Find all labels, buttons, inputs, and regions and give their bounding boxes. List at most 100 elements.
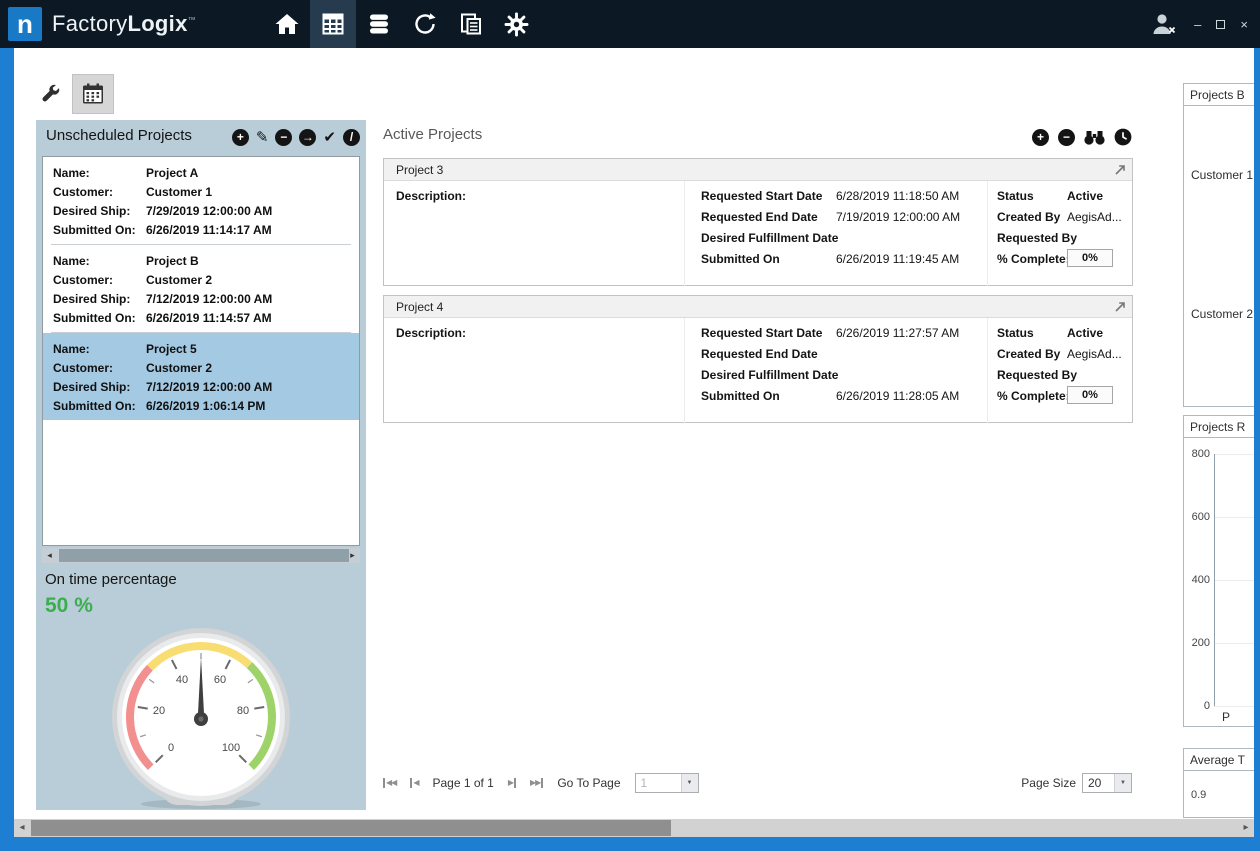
scroll-left-arrow[interactable]: ◂ bbox=[14, 819, 30, 837]
nav-scheduling[interactable] bbox=[310, 0, 356, 48]
tab-schedule[interactable] bbox=[72, 74, 114, 114]
submit-project-button[interactable]: → bbox=[299, 129, 316, 146]
scroll-thumb[interactable] bbox=[59, 549, 349, 562]
card-body: Description: Requested Start Date 6/26/2… bbox=[384, 318, 1132, 423]
active-project-card-project-3[interactable]: Project 3 Description: Requested Start D… bbox=[383, 158, 1133, 286]
production-sync-icon bbox=[412, 11, 438, 37]
field-label: Status bbox=[997, 326, 1034, 340]
factorylogix-window: n FactoryLogix™ bbox=[0, 0, 1260, 851]
unscheduled-projects-title: Unscheduled Projects bbox=[46, 127, 192, 144]
wrench-icon bbox=[39, 82, 63, 106]
column-divider bbox=[987, 318, 988, 423]
svg-text:40: 40 bbox=[176, 674, 188, 686]
card-header: Project 3 bbox=[384, 159, 1132, 181]
projects-by-panel-title: Projects B bbox=[1184, 84, 1254, 106]
field-label: Submitted On: bbox=[53, 309, 146, 328]
list-item-project-a[interactable]: Name:Project A Customer:Customer 1 Desir… bbox=[43, 157, 359, 244]
column-divider bbox=[684, 318, 685, 423]
field-label: Requested End Date bbox=[701, 347, 818, 361]
active-projects-toolbar: + − bbox=[1032, 128, 1132, 146]
maximize-button[interactable] bbox=[1216, 18, 1225, 31]
field-value: Project 5 bbox=[146, 342, 197, 356]
field-label: Desired Ship: bbox=[53, 378, 146, 397]
y-tick: 400 bbox=[1184, 574, 1210, 586]
nav-home[interactable] bbox=[264, 0, 310, 48]
list-item-project-b[interactable]: Name:Project B Customer:Customer 2 Desir… bbox=[43, 245, 359, 332]
pager-prev-button[interactable]: ◀ bbox=[410, 778, 418, 788]
field-label: % Complete: bbox=[997, 389, 1070, 403]
scroll-right-arrow[interactable]: ▸ bbox=[1238, 819, 1254, 837]
chevron-down-icon[interactable]: ▼ bbox=[1114, 774, 1131, 792]
list-item-project-5-selected[interactable]: Name:Project 5 Customer:Customer 2 Desir… bbox=[43, 333, 359, 420]
remove-project-button[interactable]: − bbox=[275, 129, 292, 146]
field-value: 6/26/2019 11:14:57 AM bbox=[146, 311, 272, 325]
goto-page-label: Go To Page bbox=[557, 776, 620, 790]
goto-page-combobox[interactable]: 1 ▼ bbox=[635, 773, 699, 793]
history-clock-icon[interactable] bbox=[1114, 128, 1132, 146]
svg-text:100: 100 bbox=[222, 742, 240, 754]
projects-chart-panel-title: Projects R bbox=[1184, 416, 1254, 438]
active-projects-title: Active Projects bbox=[383, 126, 482, 143]
nav-production[interactable] bbox=[402, 0, 448, 48]
on-time-gauge: 0 20 40 60 80 100 bbox=[85, 621, 317, 816]
status-value: Active bbox=[1067, 326, 1103, 340]
close-button[interactable]: × bbox=[1240, 18, 1248, 31]
pager-first-button[interactable]: ◀◀ bbox=[383, 778, 396, 788]
add-button[interactable]: + bbox=[1032, 129, 1049, 146]
field-value: 6/26/2019 11:19:45 AM bbox=[836, 252, 959, 266]
field-value: 6/26/2019 11:28:05 AM bbox=[836, 389, 959, 403]
active-project-card-project-4[interactable]: Project 4 Description: Requested Start D… bbox=[383, 295, 1133, 423]
page-size-combobox[interactable]: 20 ▼ bbox=[1082, 773, 1132, 793]
page-size-group: Page Size 20 ▼ bbox=[1021, 773, 1132, 793]
goto-page-value: 1 bbox=[636, 774, 681, 792]
unscheduled-projects-panel: Unscheduled Projects + ✎ − → ✔ / Name:Pr… bbox=[36, 120, 366, 810]
edit-project-button[interactable]: ✎ bbox=[256, 129, 269, 146]
nav-settings[interactable] bbox=[494, 0, 540, 48]
average-panel-title: Average T bbox=[1184, 749, 1254, 771]
unscheduled-toolbar: + ✎ − → ✔ / bbox=[232, 129, 360, 146]
svg-text:0: 0 bbox=[168, 742, 174, 754]
scroll-thumb[interactable] bbox=[31, 820, 671, 836]
list-horizontal-scrollbar[interactable]: ◂ ▸ bbox=[42, 548, 360, 563]
y-tick: 200 bbox=[1184, 637, 1210, 649]
percent-complete-input[interactable]: 0% bbox=[1067, 249, 1113, 267]
field-label: Desired Ship: bbox=[53, 202, 146, 221]
field-label: Submitted On: bbox=[53, 397, 146, 416]
projects-chart-panel: Projects R 800 600 400 200 0 P bbox=[1183, 415, 1254, 727]
average-panel: Average T 0.9 bbox=[1183, 748, 1254, 818]
pager-next-button[interactable]: ▶ bbox=[508, 778, 516, 788]
expand-icon[interactable] bbox=[1113, 163, 1127, 177]
expand-icon[interactable] bbox=[1113, 300, 1127, 314]
nav-materials[interactable] bbox=[356, 0, 402, 48]
y-axis bbox=[1214, 454, 1215, 706]
logout-user-icon[interactable] bbox=[1151, 12, 1179, 36]
main-horizontal-scrollbar[interactable]: ◂ ▸ bbox=[14, 819, 1254, 837]
scroll-left-arrow[interactable]: ◂ bbox=[42, 550, 57, 561]
field-value: 7/12/2019 12:00:00 AM bbox=[146, 292, 272, 306]
documents-icon bbox=[458, 11, 484, 37]
pager-last-button[interactable]: ▶▶ bbox=[530, 778, 543, 788]
field-value: 6/26/2019 1:06:14 PM bbox=[146, 399, 265, 413]
field-label: Requested By bbox=[997, 368, 1077, 382]
find-binoculars-icon[interactable] bbox=[1084, 130, 1105, 145]
decline-project-button[interactable]: / bbox=[343, 129, 360, 146]
accept-project-button[interactable]: ✔ bbox=[323, 129, 336, 146]
tab-setup[interactable] bbox=[30, 74, 72, 114]
status-value: Active bbox=[1067, 189, 1103, 203]
field-value: Project B bbox=[146, 254, 199, 268]
page-size-value: 20 bbox=[1083, 774, 1114, 792]
legend-customer-1: Customer 1 bbox=[1191, 168, 1253, 182]
minimize-button[interactable]: – bbox=[1194, 18, 1201, 31]
scroll-right-arrow[interactable]: ▸ bbox=[345, 550, 360, 561]
percent-complete-input[interactable]: 0% bbox=[1067, 386, 1113, 404]
field-label: Customer: bbox=[53, 271, 146, 290]
nav-documents[interactable] bbox=[448, 0, 494, 48]
field-value: 7/19/2019 12:00:00 AM bbox=[836, 210, 960, 224]
add-project-button[interactable]: + bbox=[232, 129, 249, 146]
field-label: Created By bbox=[997, 347, 1060, 361]
field-label: Customer: bbox=[53, 359, 146, 378]
field-label: Description: bbox=[396, 189, 466, 203]
remove-button[interactable]: − bbox=[1058, 129, 1075, 146]
field-value: AegisAd... bbox=[1067, 210, 1122, 224]
chevron-down-icon[interactable]: ▼ bbox=[681, 774, 698, 792]
